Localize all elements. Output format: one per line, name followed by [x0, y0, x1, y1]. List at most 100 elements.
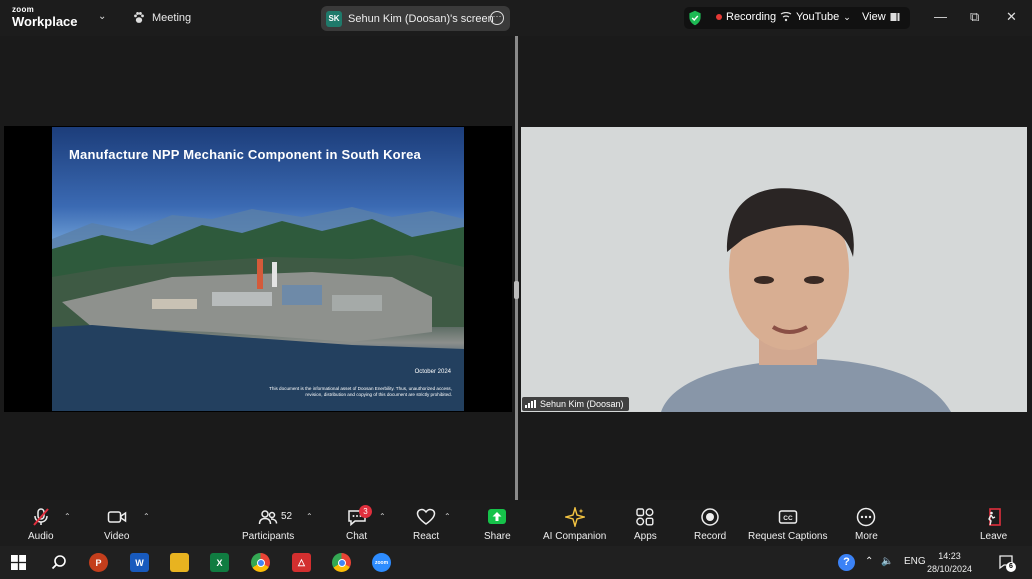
divider-handle[interactable] [514, 281, 519, 299]
recording-dot-icon [716, 14, 722, 20]
request-captions-label: Request Captions [748, 531, 828, 542]
paw-icon [134, 12, 144, 23]
volume-icon[interactable]: 🔈 [881, 556, 893, 567]
presentation-slide: Manufacture NPP Mechanic Component in So… [52, 127, 464, 411]
slide-title: Manufacture NPP Mechanic Component in So… [69, 147, 421, 162]
recording-indicator[interactable]: Recording [716, 11, 776, 23]
brand-zoom: zoom [12, 5, 35, 14]
participant-video-frame [521, 127, 1027, 412]
react-options-icon[interactable]: ⌃ [444, 512, 451, 521]
audio-label: Audio [28, 531, 54, 542]
meeting-stage: Manufacture NPP Mechanic Component in So… [0, 36, 1032, 500]
more-button[interactable]: More [855, 507, 878, 542]
youtube-stream-button[interactable]: YouTube ⌄ [780, 11, 851, 23]
shared-screen-pane[interactable]: Manufacture NPP Mechanic Component in So… [4, 126, 512, 412]
participant-video-pane[interactable]: Sehun Kim (Doosan) [521, 127, 1027, 412]
video-camera-icon [107, 511, 126, 523]
sk-avatar: SK [326, 10, 342, 27]
minimize-icon[interactable]: — [934, 9, 947, 24]
view-layout-icon [890, 13, 900, 21]
record-icon [701, 508, 719, 526]
share-screen-icon [488, 509, 507, 524]
slide-date: October 2024 [414, 369, 451, 375]
pane-divider[interactable] [515, 36, 518, 500]
chrome-center-icon [337, 558, 346, 567]
excel-taskbar-icon[interactable]: X [210, 553, 229, 572]
heart-icon [416, 508, 436, 525]
participants-options-icon[interactable]: ⌃ [306, 512, 313, 521]
shipyard-landscape-image [52, 207, 464, 411]
windows-start-icon[interactable] [11, 555, 26, 570]
language-indicator[interactable]: ENG [904, 556, 926, 567]
video-options-icon[interactable]: ⌃ [143, 512, 150, 521]
record-label: Record [694, 531, 727, 542]
notification-count-badge: 6 [1006, 562, 1016, 572]
video-button[interactable]: Video [104, 507, 129, 542]
apps-icon [636, 508, 654, 526]
apps-button[interactable]: Apps [634, 507, 657, 542]
participant-name-tag: Sehun Kim (Doosan) [522, 397, 629, 411]
audio-button[interactable]: Audio [28, 507, 54, 542]
system-clock[interactable]: 14:23 28/10/2024 [927, 550, 972, 576]
meeting-info-button[interactable]: Meeting [132, 11, 191, 25]
participants-count: 52 [281, 511, 293, 522]
connection-signal-icon [525, 400, 536, 408]
acrobat-taskbar-icon[interactable]: △ [292, 553, 311, 572]
view-button[interactable]: View [862, 11, 900, 23]
leave-door-icon [987, 508, 1001, 526]
meeting-toolbar: Audio ⌃ Video ⌃ Participants 52 ⌃ Chat 3… [0, 500, 1032, 546]
participants-icon [258, 510, 278, 525]
more-label: More [855, 531, 878, 542]
chevron-down-icon: ⌄ [843, 11, 851, 22]
record-button[interactable]: Record [694, 507, 726, 542]
recording-label: Recording [726, 11, 777, 23]
restore-icon[interactable]: ⧉ [970, 9, 979, 25]
brand-workplace: Workplace [12, 14, 78, 29]
request-captions-button[interactable]: CC Request Captions [748, 507, 828, 542]
title-bar: zoom Workplace ⌄ Meeting SK Sehun Kim (D… [0, 0, 1032, 36]
react-button[interactable]: React [413, 507, 439, 542]
word-taskbar-icon[interactable]: W [130, 553, 149, 572]
chevron-down-icon[interactable]: ⌄ [98, 11, 106, 22]
slide-legal-notice: This document is the informational asset… [269, 386, 452, 397]
chat-unread-badge: 3 [359, 505, 372, 518]
recording-group: Recording YouTube ⌄ View [684, 7, 910, 29]
clock-date: 28/10/2024 [926, 564, 972, 574]
chrome-center-icon [256, 558, 265, 567]
powerpoint-taskbar-icon[interactable]: P [89, 553, 108, 572]
zoom-taskbar-icon[interactable]: zoom [372, 553, 391, 572]
youtube-label: YouTube [796, 11, 840, 23]
clock-time: 14:23 [938, 551, 961, 561]
screen-share-pill[interactable]: SK Sehun Kim (Doosan)'s screen ··· [321, 6, 510, 31]
show-hidden-icons-icon[interactable]: ⌃ [865, 556, 873, 567]
share-label: Share [484, 531, 511, 542]
leave-label: Leave [980, 531, 1008, 542]
meeting-label: Meeting [152, 12, 192, 24]
file-explorer-taskbar-icon[interactable] [170, 553, 189, 572]
more-options-icon[interactable]: ··· [490, 11, 504, 25]
help-icon[interactable]: ? [838, 554, 855, 571]
closed-captions-icon: CC [778, 510, 797, 524]
chrome-second-taskbar-icon[interactable] [332, 553, 351, 572]
ai-companion-button[interactable]: AI Companion [543, 507, 606, 542]
signal-icon [780, 12, 792, 22]
search-icon[interactable] [51, 554, 67, 570]
close-icon[interactable]: ✕ [1006, 9, 1017, 25]
notifications-button[interactable]: 6 [998, 554, 1016, 572]
shield-icon[interactable] [687, 10, 703, 26]
chat-label: Chat [346, 531, 368, 542]
apps-label: Apps [634, 531, 657, 542]
video-label: Video [104, 531, 130, 542]
ai-companion-label: AI Companion [543, 531, 607, 542]
svg-text:CC: CC [783, 515, 793, 522]
leave-button[interactable]: Leave [980, 507, 1007, 542]
muted-microphone-icon [33, 508, 49, 526]
zoom-workplace-logo[interactable]: zoom Workplace [12, 5, 78, 29]
participants-label: Participants [242, 531, 295, 542]
share-button[interactable]: Share [484, 507, 511, 542]
participant-name: Sehun Kim (Doosan) [540, 399, 624, 409]
chrome-taskbar-icon[interactable] [251, 553, 270, 572]
chat-options-icon[interactable]: ⌃ [379, 512, 386, 521]
audio-options-icon[interactable]: ⌃ [64, 512, 71, 521]
more-icon [857, 507, 876, 527]
